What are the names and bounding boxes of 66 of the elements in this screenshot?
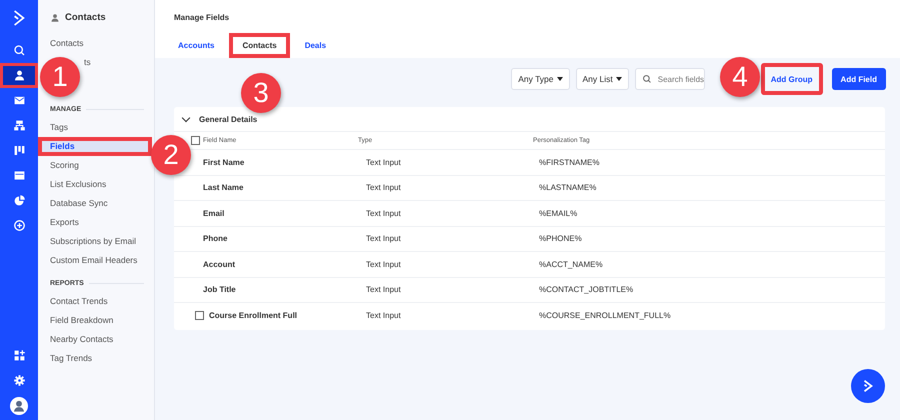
sidebar-item[interactable]: ts <box>84 53 91 72</box>
table-cell: Text Input <box>366 260 401 269</box>
table-cell: %CONTACT_JOBTITLE% <box>539 285 634 294</box>
field-name: Account <box>203 260 235 269</box>
person-icon <box>12 69 26 82</box>
plus-circle-icon <box>12 219 26 232</box>
settings-icon <box>12 374 26 387</box>
table-cell: %PHONE% <box>539 234 582 244</box>
avatar-icon <box>10 396 28 414</box>
sidebar-title: Contacts <box>65 12 106 23</box>
envelope-icon <box>12 94 26 107</box>
table-cell: Text Input <box>366 208 401 218</box>
sidebar-item[interactable]: Field Breakdown <box>50 311 114 330</box>
table-cell: %ACCT_NAME% <box>539 260 603 269</box>
filter-dropdown[interactable]: Any Type <box>511 68 570 90</box>
caret-icon <box>556 77 563 81</box>
org-chart-icon <box>12 119 26 132</box>
table-cell: %EMAIL% <box>539 208 578 218</box>
table-cell: Text Input <box>366 158 401 167</box>
field-name: Job Title <box>203 285 236 294</box>
floating-action-button[interactable] <box>851 369 885 403</box>
chevron-icon <box>861 379 875 393</box>
table-cell: Text Input <box>366 310 401 320</box>
group-title: General Details <box>199 114 258 124</box>
pie-chart-icon <box>12 194 26 207</box>
window-icon <box>12 169 26 182</box>
table-cell: Text Input <box>366 183 401 192</box>
sidebar-item[interactable]: Exports <box>50 213 79 232</box>
field-name: Last Name <box>203 183 244 192</box>
tab[interactable]: Deals <box>304 41 326 50</box>
sidebar-item[interactable]: Tag Trends <box>50 349 92 368</box>
sidebar-item[interactable]: Nearby Contacts <box>50 330 114 349</box>
table-cell: %LASTNAME% <box>539 183 596 192</box>
sidebar-item[interactable]: Contacts <box>50 34 84 53</box>
table-cell: %COURSE_ENROLLMENT_FULL% <box>539 310 671 320</box>
sidebar-item[interactable]: Custom Email Headers <box>50 251 138 270</box>
person-icon <box>50 12 60 22</box>
field-name: Email <box>203 208 224 218</box>
field-name: First Name <box>203 158 244 167</box>
sidebar-item[interactable]: Scoring <box>50 156 79 175</box>
apps-icon <box>12 349 26 362</box>
filter-dropdown[interactable]: Any List <box>576 68 629 90</box>
checkbox[interactable] <box>195 310 204 320</box>
page-title: Manage Fields <box>174 13 230 22</box>
nav-button[interactable] <box>0 63 38 88</box>
field-name: Phone <box>203 234 228 244</box>
table-cell: Text Input <box>366 234 401 244</box>
sidebar-item[interactable]: Tags <box>50 118 68 137</box>
logo[interactable] <box>12 8 26 28</box>
table-cell: %FIRSTNAME% <box>539 158 600 167</box>
caret-icon <box>616 77 622 81</box>
search-field[interactable]: Search fields <box>634 68 705 90</box>
tab[interactable]: Accounts <box>178 41 214 50</box>
field-name: Course Enrollment Full <box>209 310 298 320</box>
table-cell: Text Input <box>366 285 401 294</box>
board-icon <box>12 144 26 157</box>
sidebar-item[interactable]: Fields <box>38 137 152 156</box>
sidebar-item[interactable]: Contact Trends <box>50 292 108 311</box>
sidebar-item[interactable]: List Exclusions <box>50 175 106 194</box>
sidebar-item[interactable]: Database Sync <box>50 194 108 213</box>
tab[interactable]: Contacts <box>229 33 290 58</box>
sidebar-item[interactable]: Subscriptions by Email <box>50 232 136 251</box>
search-icon <box>12 44 26 57</box>
add-field-button[interactable]: Add Field <box>832 68 886 90</box>
checkbox[interactable] <box>191 136 200 145</box>
add-group-button[interactable]: Add Group <box>760 63 823 95</box>
